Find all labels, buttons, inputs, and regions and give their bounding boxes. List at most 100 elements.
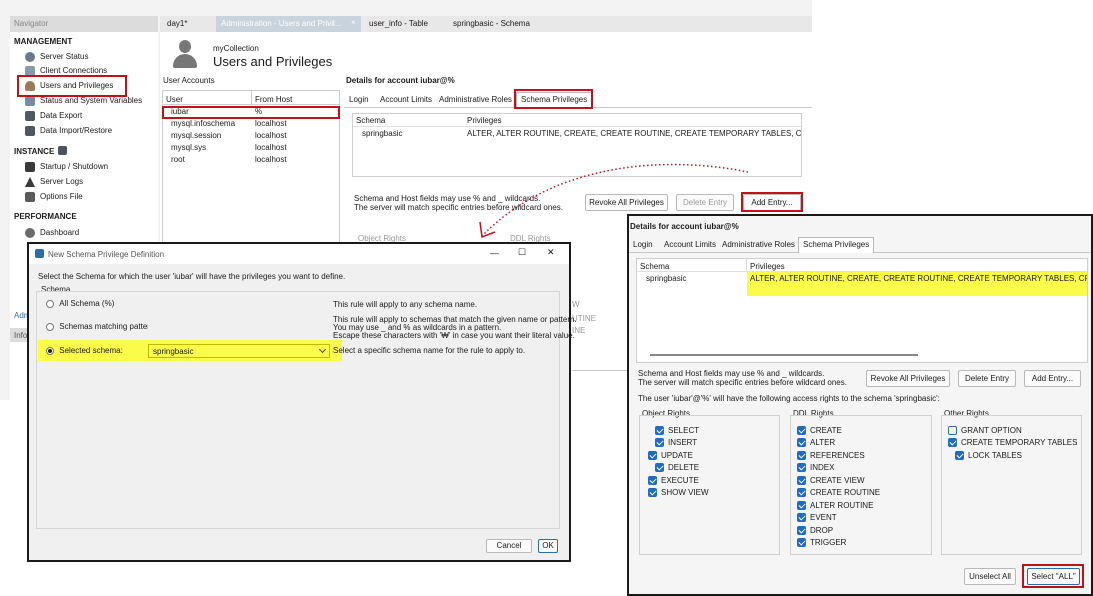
privilege-label: ALTER [810, 438, 836, 447]
checkbox-select[interactable] [655, 426, 664, 436]
close-icon[interactable]: × [351, 18, 356, 27]
column-privileges[interactable]: Privileges [750, 262, 785, 271]
close-icon[interactable]: ✕ [547, 247, 555, 258]
tab-day1[interactable]: day1* [167, 19, 187, 28]
tab-user-info[interactable]: user_info - Table [369, 19, 428, 28]
tab-springbasic-schema[interactable]: springbasic - Schema [453, 19, 530, 28]
tab-account-limits-bg[interactable]: Account Limits [376, 93, 436, 109]
checkbox-lock-tables[interactable] [955, 451, 964, 461]
column-privileges-bg[interactable]: Privileges [467, 116, 502, 125]
minimize-icon[interactable]: — [490, 248, 499, 258]
privilege-create[interactable]: CREATE [797, 425, 842, 437]
checkbox-alter[interactable] [797, 438, 806, 448]
privilege-execute[interactable]: EXECUTE [648, 475, 699, 487]
dialog-title: New Schema Privilege Definition [48, 250, 165, 259]
import-icon [25, 126, 35, 136]
radio-selected-schema[interactable] [46, 346, 54, 355]
option-all-schema[interactable]: All Schema (%) [46, 299, 114, 308]
checkbox-drop[interactable] [797, 526, 806, 536]
checkbox-show-view[interactable] [648, 488, 657, 498]
tab-account-limits[interactable]: Account Limits [660, 238, 720, 254]
pattern-input[interactable] [148, 320, 328, 333]
column-schema-bg[interactable]: Schema [356, 116, 385, 125]
ok-button[interactable]: OK [538, 539, 558, 553]
option-matching-pattern[interactable]: Schemas matching pattern: [46, 322, 157, 331]
option-selected-schema[interactable]: Selected schema: [46, 346, 123, 355]
checkbox-grant-option[interactable] [948, 426, 957, 436]
option-label: All Schema (%) [59, 299, 115, 308]
radio-matching-pattern[interactable] [46, 322, 54, 331]
nav-data-import[interactable]: Data Import/Restore [25, 125, 112, 137]
privilege-create-view[interactable]: CREATE VIEW [797, 475, 865, 487]
annotation-box [514, 89, 593, 109]
delete-entry-button[interactable]: Delete Entry [958, 370, 1016, 387]
table-row[interactable]: root localhost [163, 155, 339, 166]
radio-all-schema[interactable] [46, 299, 54, 308]
nav-label: Client Connections [40, 66, 108, 75]
maximize-icon[interactable]: ☐ [518, 247, 526, 258]
checkbox-delete[interactable] [655, 463, 664, 473]
checkbox-execute[interactable] [648, 476, 657, 486]
tab-schema-privileges[interactable]: Schema Privileges [798, 237, 875, 253]
checkbox-event[interactable] [797, 513, 806, 523]
unselect-all-button[interactable]: Unselect All [964, 568, 1016, 585]
checkbox-trigger[interactable] [797, 538, 806, 548]
navigator-title: Navigator [14, 19, 49, 28]
privilege-alter-routine[interactable]: ALTER ROUTINE [797, 500, 873, 512]
table-row[interactable]: mysql.sys localhost [163, 143, 339, 154]
schema-select[interactable]: springbasic [148, 344, 330, 358]
checkbox-insert[interactable] [655, 438, 664, 448]
checkbox-references[interactable] [797, 451, 806, 461]
checkbox-index[interactable] [797, 463, 806, 473]
tab-administrative-roles[interactable]: Administrative Roles [718, 238, 799, 254]
table-row[interactable]: mysql.session localhost [163, 131, 339, 142]
privilege-create-routine[interactable]: CREATE ROUTINE [797, 487, 880, 499]
privilege-insert[interactable]: INSERT [655, 437, 697, 449]
checkbox-alter-routine[interactable] [797, 501, 806, 511]
nav-options-file[interactable]: Options File [25, 191, 83, 203]
privilege-update[interactable]: UPDATE [648, 450, 693, 462]
privilege-event[interactable]: EVENT [797, 512, 837, 524]
section-instance: INSTANCE [14, 147, 55, 156]
nav-label: Dashboard [40, 228, 80, 237]
checkbox-create-temporary-tables[interactable] [948, 438, 957, 448]
privilege-drop[interactable]: DROP [797, 525, 833, 537]
column-from-host[interactable]: From Host [255, 95, 292, 104]
privilege-show-view[interactable]: SHOW VIEW [648, 487, 709, 499]
tab-administrative-roles-bg[interactable]: Administrative Roles [435, 93, 516, 109]
dialog-intro: Select the Schema for which the user 'iu… [38, 272, 346, 281]
privilege-index[interactable]: INDEX [797, 462, 834, 474]
horizontal-scrollbar[interactable] [650, 354, 918, 356]
privilege-alter[interactable]: ALTER [797, 437, 835, 449]
privilege-select[interactable]: SELECT [655, 425, 699, 437]
privilege-lock-tables[interactable]: LOCK TABLES [955, 450, 1022, 462]
nav-server-status[interactable]: Server Status [25, 51, 88, 63]
nav-dashboard[interactable]: Dashboard [25, 227, 80, 239]
tab-login-bg[interactable]: Login [345, 93, 373, 109]
checkbox-create-view[interactable] [797, 476, 806, 486]
revoke-all-button[interactable]: Revoke All Privileges [866, 370, 950, 387]
privilege-fragment: W [572, 300, 580, 309]
privilege-grant-option[interactable]: GRANT OPTION [948, 425, 1022, 437]
nav-startup-shutdown[interactable]: Startup / Shutdown [25, 161, 108, 173]
row-schema-bg[interactable]: springbasic [362, 129, 402, 138]
table-row[interactable]: mysql.infoschema localhost [163, 119, 339, 130]
table-row[interactable]: springbasic ALTER, ALTER ROUTINE, CREATE… [637, 272, 1087, 286]
privilege-trigger[interactable]: TRIGGER [797, 537, 846, 549]
checkbox-update[interactable] [648, 451, 657, 461]
option-selected-desc: Select a specific schema name for the ru… [333, 346, 526, 355]
cancel-button[interactable]: Cancel [486, 539, 532, 553]
privilege-create-temporary-tables[interactable]: CREATE TEMPORARY TABLES [948, 437, 1077, 449]
checkbox-create-routine[interactable] [797, 488, 806, 498]
nav-data-export[interactable]: Data Export [25, 110, 82, 122]
privilege-label: SHOW VIEW [661, 488, 709, 497]
nav-server-logs[interactable]: Server Logs [25, 176, 83, 188]
tab-login[interactable]: Login [629, 238, 657, 254]
column-user[interactable]: User [166, 95, 183, 104]
privilege-delete[interactable]: DELETE [655, 462, 699, 474]
privilege-label: LOCK TABLES [968, 451, 1022, 460]
column-schema[interactable]: Schema [640, 262, 669, 271]
privilege-references[interactable]: REFERENCES [797, 450, 865, 462]
add-entry-button[interactable]: Add Entry... [1024, 370, 1081, 387]
checkbox-create[interactable] [797, 426, 806, 436]
